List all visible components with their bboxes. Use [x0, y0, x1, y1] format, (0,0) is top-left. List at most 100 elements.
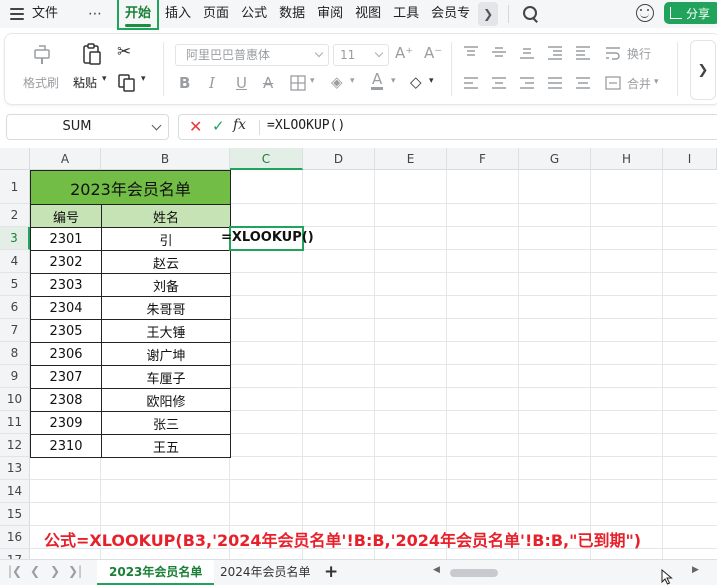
row-header-15[interactable]: 15 [0, 503, 30, 526]
select-all-corner[interactable] [0, 148, 30, 170]
menu-home[interactable]: 开始 [117, 0, 160, 30]
sheet-tab-2024[interactable]: 2024年会员名单 [208, 560, 323, 585]
column-header-d[interactable]: D [303, 148, 375, 170]
underline-icon[interactable]: U [236, 74, 247, 92]
menu-tools[interactable]: 工具 [387, 0, 425, 28]
chevron-right-icon[interactable]: ❯ [478, 2, 499, 26]
share-button[interactable]: 分享 [664, 2, 717, 24]
align-bottom-icon[interactable] [519, 46, 535, 60]
name-cell[interactable]: 赵云 [101, 250, 231, 274]
more-dots-icon[interactable]: ⋯ [88, 6, 103, 22]
font-size-select[interactable]: 11 [333, 44, 389, 66]
row-header-10[interactable]: 10 [0, 388, 30, 411]
fill-dropdown-icon[interactable]: ▾ [350, 76, 355, 86]
italic-icon[interactable]: I [209, 74, 215, 92]
paste-dropdown-icon[interactable]: ▾ [102, 74, 107, 84]
column-header-e[interactable]: E [375, 148, 447, 170]
cut-icon[interactable]: ✂ [117, 42, 131, 62]
chevron-down-icon[interactable] [151, 120, 162, 131]
merge-cells-label[interactable]: 合并 [627, 75, 651, 92]
table-title-cell[interactable]: 2023年会员名单 [30, 170, 231, 205]
merge-cells-icon[interactable] [605, 76, 621, 90]
column-header-h[interactable]: H [591, 148, 663, 170]
id-cell[interactable]: 2308 [30, 388, 102, 412]
column-header-g[interactable]: G [519, 148, 591, 170]
align-top-icon[interactable] [463, 46, 479, 60]
eraser-icon[interactable]: ◇ [410, 73, 422, 91]
column-header-a[interactable]: A [30, 148, 101, 170]
scroll-right-icon[interactable]: ▶ [692, 565, 699, 575]
row-header-7[interactable]: 7 [0, 319, 30, 342]
paste-icon[interactable] [80, 42, 104, 66]
scroll-left-icon[interactable]: ◀ [433, 565, 440, 575]
name-box[interactable]: SUM [6, 114, 169, 140]
row-header-3[interactable]: 3 [0, 227, 30, 250]
id-cell[interactable]: 2310 [30, 434, 102, 458]
indent-increase-icon[interactable] [575, 46, 591, 60]
id-cell[interactable]: 2306 [30, 342, 102, 366]
id-cell[interactable]: 2307 [30, 365, 102, 389]
name-cell[interactable]: 朱哥哥 [101, 296, 231, 320]
bold-icon[interactable]: B [179, 74, 190, 92]
justify-icon[interactable] [547, 76, 563, 90]
name-cell[interactable]: 引 [101, 227, 231, 251]
row-header-13[interactable]: 13 [0, 457, 30, 480]
row-header-8[interactable]: 8 [0, 342, 30, 365]
column-header-b[interactable]: B [101, 148, 230, 170]
copy-icon[interactable] [117, 73, 139, 93]
format-painter-label[interactable]: 格式刷 [23, 74, 59, 91]
menu-view[interactable]: 视图 [349, 0, 387, 28]
id-cell[interactable]: 2305 [30, 319, 102, 343]
clear-dropdown-icon[interactable]: ▾ [429, 76, 434, 86]
menu-review[interactable]: 审阅 [311, 0, 349, 28]
menu-member[interactable]: 会员专 [425, 0, 476, 28]
row-header-12[interactable]: 12 [0, 434, 30, 457]
formula-input[interactable]: =XLOOKUP() [267, 118, 345, 133]
ribbon-next-button[interactable]: ❯ [690, 40, 716, 100]
wrap-text-icon[interactable] [605, 46, 621, 60]
cancel-icon[interactable]: ✕ [189, 117, 202, 136]
name-cell[interactable]: 刘备 [101, 273, 231, 297]
menu-formula[interactable]: 公式 [235, 0, 273, 28]
font-color-icon[interactable]: A [371, 72, 384, 90]
name-cell[interactable]: 王五 [101, 434, 231, 458]
font-color-dropdown-icon[interactable]: ▾ [391, 76, 396, 86]
id-cell[interactable]: 2302 [30, 250, 102, 274]
fill-color-icon[interactable]: ◈ [331, 73, 343, 91]
header-cell-id[interactable]: 编号 [30, 204, 102, 228]
font-shrink-icon[interactable]: A⁻ [424, 44, 442, 62]
name-cell[interactable]: 谢广坤 [101, 342, 231, 366]
column-header-f[interactable]: F [447, 148, 519, 170]
align-right-icon[interactable] [519, 76, 535, 90]
menu-page[interactable]: 页面 [197, 0, 235, 28]
wrap-text-label[interactable]: 换行 [627, 45, 651, 62]
row-header-5[interactable]: 5 [0, 273, 30, 296]
name-cell[interactable]: 车厘子 [101, 365, 231, 389]
first-sheet-icon[interactable]: |❮ [8, 564, 22, 578]
confirm-icon[interactable]: ✓ [212, 117, 225, 135]
feedback-smiley-icon[interactable] [636, 4, 654, 22]
column-header-c[interactable]: C [230, 148, 303, 170]
menu-insert[interactable]: 插入 [159, 0, 197, 28]
distributed-align-icon[interactable] [575, 76, 591, 90]
prev-sheet-icon[interactable]: ❮ [30, 564, 40, 578]
menu-data[interactable]: 数据 [273, 0, 311, 28]
next-sheet-icon[interactable]: ❯ [50, 564, 60, 578]
add-sheet-button[interactable]: + [324, 562, 338, 582]
align-left-icon[interactable] [463, 76, 479, 90]
align-middle-icon[interactable] [491, 46, 507, 60]
row-header-11[interactable]: 11 [0, 411, 30, 434]
name-cell[interactable]: 张三 [101, 411, 231, 435]
copy-dropdown-icon[interactable]: ▾ [141, 74, 146, 84]
last-sheet-icon[interactable]: ❯| [68, 564, 82, 578]
id-cell[interactable]: 2301 [30, 227, 102, 251]
font-name-select[interactable]: 阿里巴巴普惠体 [175, 44, 329, 66]
hamburger-icon[interactable] [10, 8, 24, 20]
merge-dropdown-icon[interactable]: ▾ [654, 77, 659, 87]
insert-function-icon[interactable]: fx [233, 117, 246, 133]
id-cell[interactable]: 2304 [30, 296, 102, 320]
strikethrough-icon[interactable]: A [263, 74, 273, 92]
align-center-icon[interactable] [491, 76, 507, 90]
header-cell-name[interactable]: 姓名 [101, 204, 231, 228]
paste-label[interactable]: 粘贴 [73, 74, 97, 91]
